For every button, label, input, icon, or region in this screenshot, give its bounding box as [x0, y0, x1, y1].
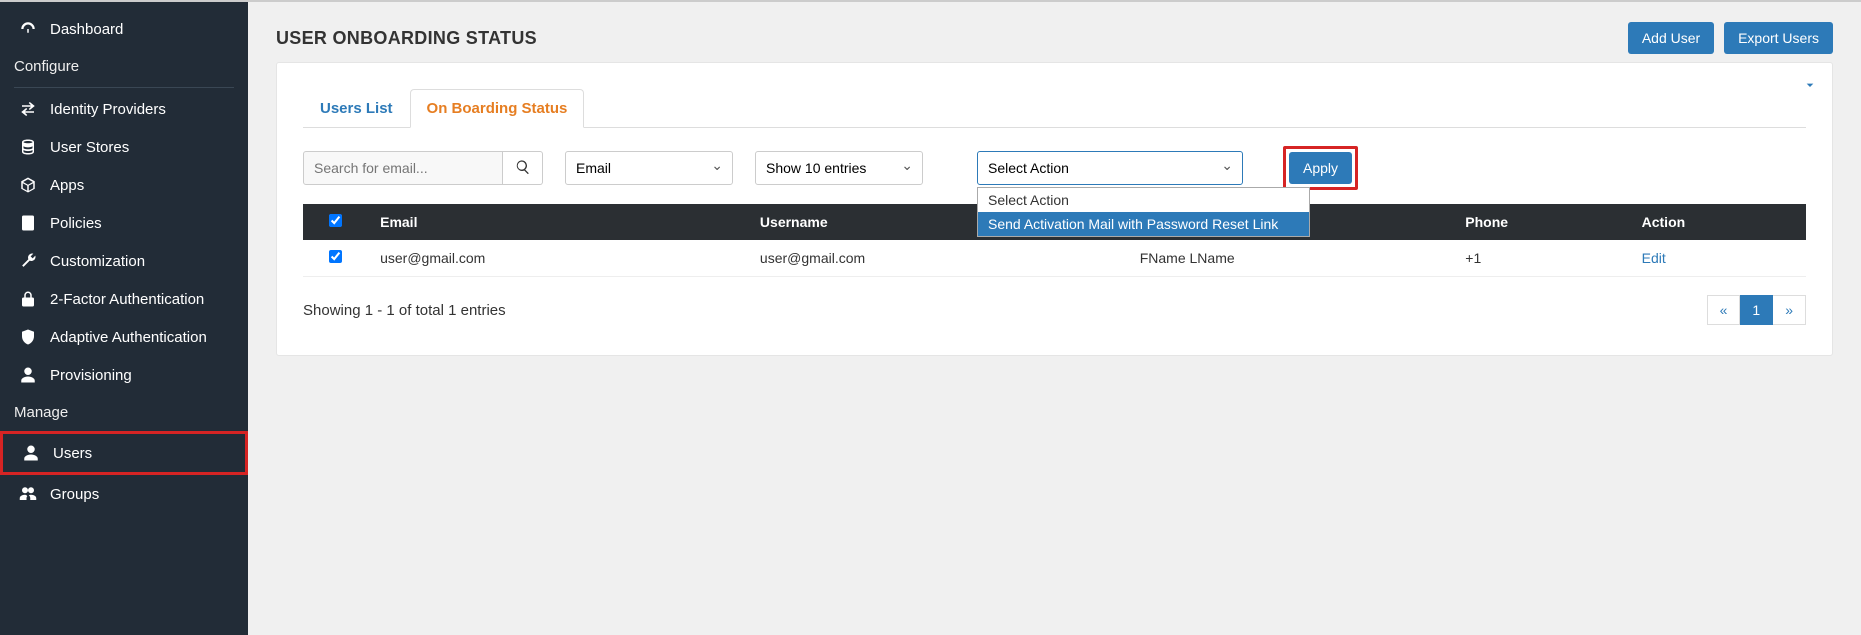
sidebar-item-dashboard[interactable]: Dashboard [0, 10, 248, 48]
sidebar-section-configure: Configure [0, 48, 248, 85]
user-icon [14, 366, 42, 384]
search-input[interactable] [303, 151, 503, 185]
entries-info: Showing 1 - 1 of total 1 entries [303, 302, 506, 319]
sidebar-item-policies[interactable]: Policies [0, 204, 248, 242]
export-users-button[interactable]: Export Users [1724, 22, 1833, 54]
header-row: USER ONBOARDING STATUS Add User Export U… [276, 22, 1833, 54]
sidebar-item-provisioning[interactable]: Provisioning [0, 356, 248, 394]
sidebar-item-label: Identity Providers [50, 101, 166, 118]
cell-email: user@gmail.com [368, 240, 748, 277]
sidebar-section-manage: Manage [0, 394, 248, 431]
sidebar-item-adaptive-auth[interactable]: Adaptive Authentication [0, 318, 248, 356]
sidebar-item-label: 2-Factor Authentication [50, 291, 204, 308]
lock-icon [14, 290, 42, 308]
pagination-prev[interactable]: « [1707, 295, 1741, 325]
sidebar-item-apps[interactable]: Apps [0, 166, 248, 204]
pagination: « 1 » [1707, 295, 1806, 325]
search-by-select[interactable]: Email [565, 151, 733, 185]
edit-link[interactable]: Edit [1642, 250, 1666, 266]
table-footer: Showing 1 - 1 of total 1 entries « 1 » [303, 295, 1806, 325]
header-actions: Add User Export Users [1628, 22, 1833, 54]
sidebar-item-label: Users [53, 445, 92, 462]
search-group [303, 151, 543, 185]
action-select[interactable]: Select Action [977, 151, 1243, 185]
sidebar-item-identity-providers[interactable]: Identity Providers [0, 90, 248, 128]
search-icon [515, 159, 531, 178]
th-email: Email [368, 204, 748, 240]
main-content: USER ONBOARDING STATUS Add User Export U… [248, 2, 1861, 635]
collapse-toggle[interactable] [1802, 77, 1818, 96]
sidebar-item-label: Policies [50, 215, 102, 232]
action-option-default[interactable]: Select Action [978, 188, 1309, 212]
entries-select[interactable]: Show 10 entries [755, 151, 923, 185]
sidebar-item-groups[interactable]: Groups [0, 475, 248, 513]
tabs: Users List On Boarding Status [303, 89, 1806, 128]
panel: Users List On Boarding Status Email Show… [276, 62, 1833, 356]
pagination-next[interactable]: » [1773, 295, 1806, 325]
database-icon [14, 138, 42, 156]
action-option-send-activation[interactable]: Send Activation Mail with Password Reset… [978, 212, 1309, 236]
table-row: user@gmail.com user@gmail.com FName LNam… [303, 240, 1806, 277]
sidebar-item-label: Customization [50, 253, 145, 270]
swap-icon [14, 100, 42, 118]
dashboard-icon [14, 20, 42, 38]
search-button[interactable] [503, 151, 543, 185]
controls-row: Email Show 10 entries Select Action Sele… [303, 146, 1806, 190]
sidebar-item-label: Apps [50, 177, 84, 194]
sidebar-item-label: Dashboard [50, 21, 123, 38]
pagination-page-1[interactable]: 1 [1740, 295, 1773, 325]
th-checkbox [303, 204, 368, 240]
sidebar-item-label: User Stores [50, 139, 129, 156]
user-icon [17, 444, 45, 462]
cell-name: FName LName [1128, 240, 1454, 277]
tab-users-list[interactable]: Users List [303, 89, 410, 127]
sidebar: Dashboard Configure Identity Providers U… [0, 2, 248, 635]
sidebar-divider [14, 87, 234, 88]
sidebar-item-users[interactable]: Users [0, 431, 248, 475]
wrench-icon [14, 252, 42, 270]
apply-highlight: Apply [1283, 146, 1358, 190]
cell-username: user@gmail.com [748, 240, 1128, 277]
apply-button[interactable]: Apply [1289, 152, 1352, 184]
tab-onboarding-status[interactable]: On Boarding Status [410, 89, 585, 128]
cube-icon [14, 176, 42, 194]
cell-phone: +1 [1453, 240, 1629, 277]
action-dropdown: Select Action Send Activation Mail with … [977, 187, 1310, 237]
entries-select-wrap: Show 10 entries [755, 151, 923, 185]
sidebar-item-customization[interactable]: Customization [0, 242, 248, 280]
sidebar-item-label: Provisioning [50, 367, 132, 384]
row-checkbox[interactable] [329, 250, 342, 263]
action-select-wrap: Select Action Select Action Send Activat… [977, 151, 1243, 185]
users-icon [14, 485, 42, 503]
shield-icon [14, 328, 42, 346]
select-all-checkbox[interactable] [329, 214, 342, 227]
page-title: USER ONBOARDING STATUS [276, 28, 537, 49]
th-action: Action [1630, 204, 1806, 240]
sidebar-item-2fa[interactable]: 2-Factor Authentication [0, 280, 248, 318]
add-user-button[interactable]: Add User [1628, 22, 1714, 54]
sidebar-item-label: Adaptive Authentication [50, 329, 207, 346]
search-by-select-wrap: Email [565, 151, 733, 185]
th-phone: Phone [1453, 204, 1629, 240]
sidebar-item-user-stores[interactable]: User Stores [0, 128, 248, 166]
clipboard-icon [14, 214, 42, 232]
sidebar-item-label: Groups [50, 486, 99, 503]
